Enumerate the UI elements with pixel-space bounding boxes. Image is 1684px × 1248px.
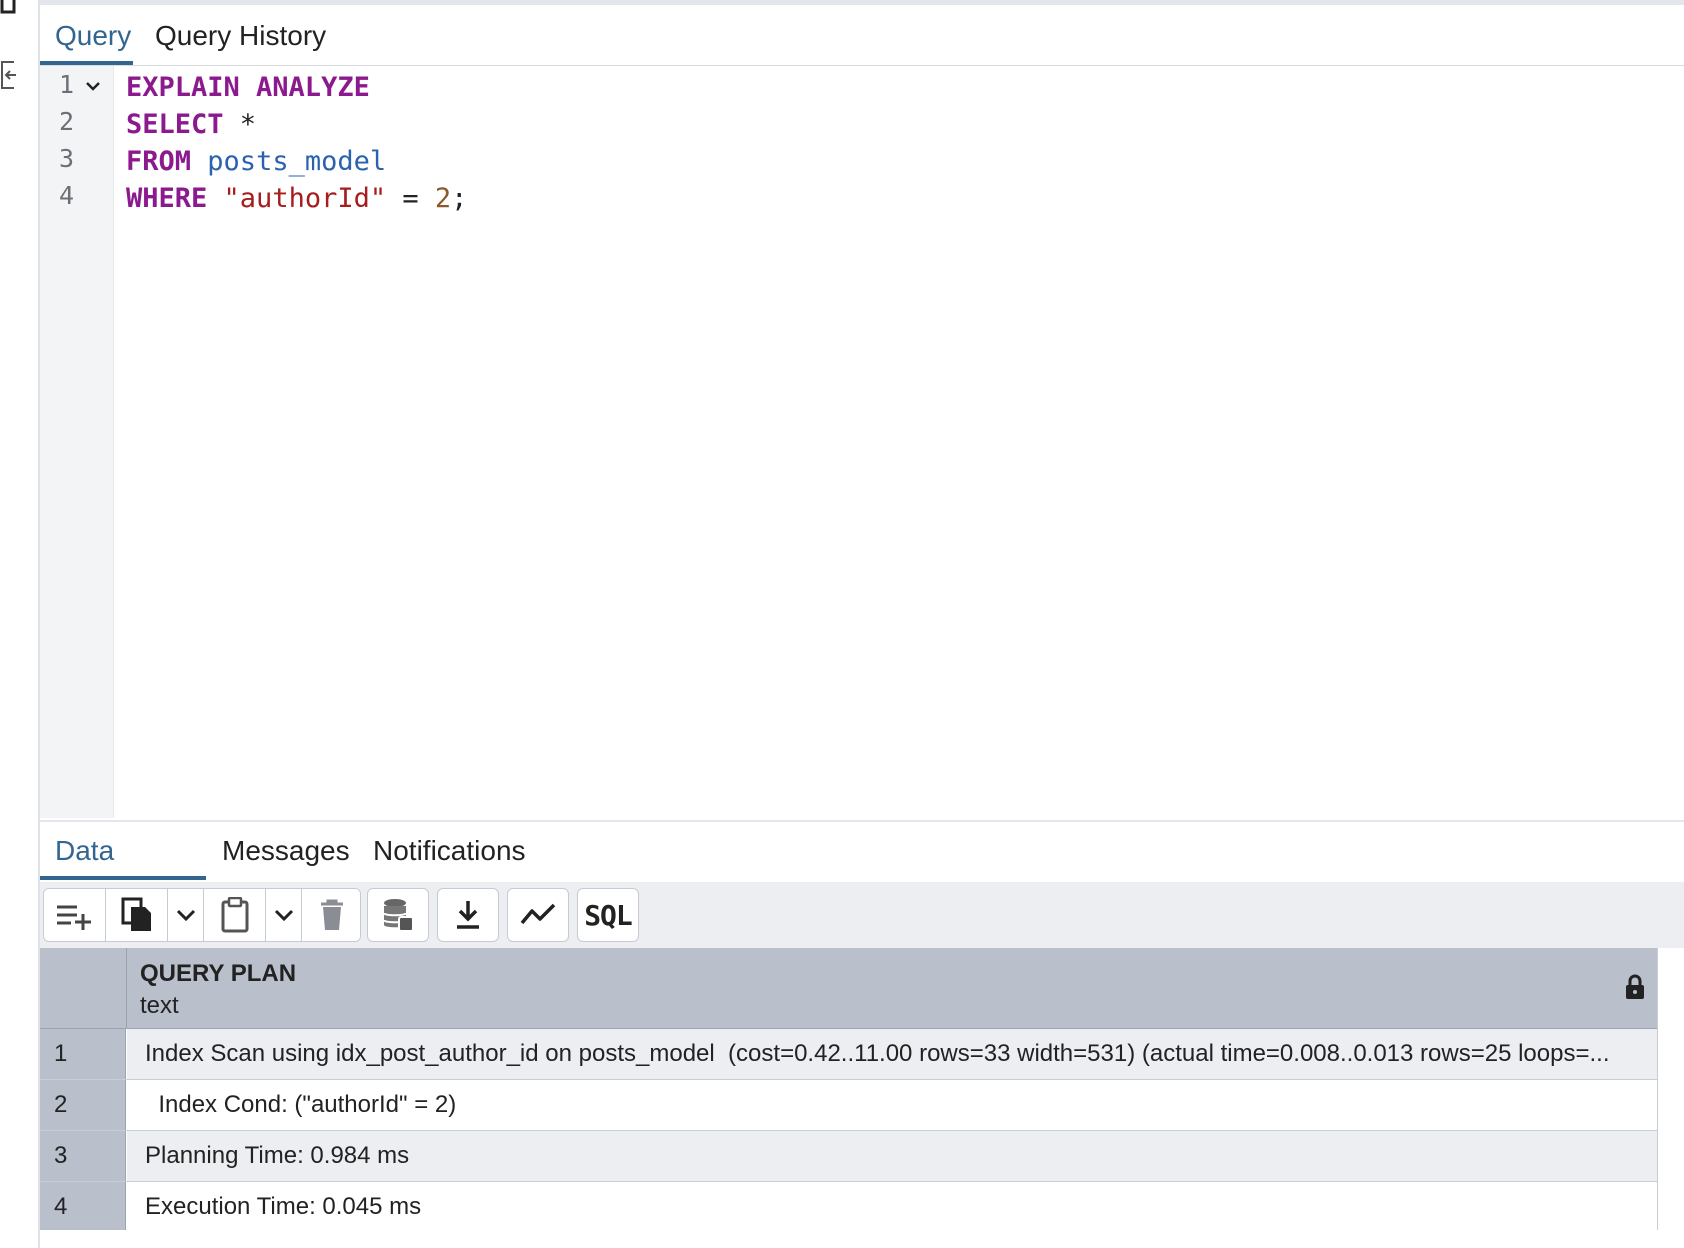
sql-button[interactable]: SQL: [577, 888, 639, 942]
code-token: =: [386, 183, 435, 214]
copy-options-dropdown[interactable]: [168, 889, 204, 941]
tab-notifications[interactable]: Notifications: [358, 822, 541, 880]
tab-messages[interactable]: Messages: [207, 822, 365, 880]
add-row-button[interactable]: [44, 889, 106, 941]
save-data-icon: [383, 899, 414, 932]
code-token: EXPLAIN ANALYZE: [126, 72, 370, 103]
code-token: 2: [434, 183, 452, 214]
code-line: WHERE "authorId" = 2;: [126, 180, 467, 218]
code-line: SELECT *: [126, 106, 256, 144]
table-row[interactable]: 1 Index Scan using idx_post_author_id on…: [40, 1029, 1657, 1080]
table-row[interactable]: 3 Planning Time: 0.984 ms: [40, 1131, 1657, 1182]
line-number: 3: [58, 144, 74, 173]
bottom-strip: [40, 1230, 1684, 1248]
code-line: EXPLAIN ANALYZE: [126, 69, 370, 107]
edit-button-group: [43, 888, 361, 942]
delete-icon: [321, 899, 343, 930]
copy-button[interactable]: [106, 889, 168, 941]
delete-button[interactable]: [302, 889, 360, 941]
line-number: 2: [58, 107, 74, 136]
table-row[interactable]: 4 Execution Time: 0.045 ms: [40, 1182, 1657, 1233]
table-cell[interactable]: Planning Time: 0.984 ms: [127, 1131, 1657, 1181]
grid-header: QUERY PLAN text: [40, 948, 1657, 1029]
add-row-icon: [56, 905, 91, 930]
lock-icon: [1625, 974, 1645, 1005]
table-cell[interactable]: Index Scan using idx_post_author_id on p…: [127, 1029, 1657, 1079]
table-row[interactable]: 2 Index Cond: ("authorId" = 2): [40, 1080, 1657, 1131]
column-header-type: text: [140, 992, 179, 1019]
download-button[interactable]: [437, 888, 499, 942]
line-number: 1: [58, 70, 74, 99]
download-icon: [457, 901, 479, 929]
code-token: WHERE: [126, 183, 208, 214]
table-cell[interactable]: Index Cond: ("authorId" = 2): [127, 1080, 1657, 1130]
query-tabs: Query Query History: [40, 5, 1684, 66]
tab-data-output[interactable]: Data Output: [40, 822, 206, 924]
graph-icon: [520, 903, 556, 925]
tab-query-history[interactable]: Query History: [140, 5, 341, 65]
code-token: posts_model: [207, 146, 387, 177]
panel-icon[interactable]: [0, 0, 20, 18]
code-line: FROM posts_model: [126, 143, 386, 181]
chevron-down-icon: [176, 909, 195, 922]
output-tabs: Data Output Messages Notifications: [40, 820, 1684, 924]
data-toolbar: SQL: [40, 882, 1684, 948]
sql-label: SQL: [584, 898, 633, 932]
fold-chevron-icon[interactable]: [84, 72, 102, 108]
graph-visualiser-button[interactable]: [507, 888, 569, 942]
row-number-header[interactable]: [40, 948, 127, 1028]
save-data-button[interactable]: [367, 888, 429, 942]
results-grid: QUERY PLAN text 1 Index Scan using idx_p…: [40, 948, 1658, 1233]
row-number[interactable]: 1: [40, 1029, 126, 1079]
line-gutter: 1 2 3 4: [40, 66, 114, 818]
code-token: FROM: [126, 146, 192, 177]
code-token: "authorId": [223, 183, 387, 214]
paste-button[interactable]: [204, 889, 266, 941]
sql-editor[interactable]: 1 2 3 4 EXPLAIN ANALYZE SELECT * FROM po…: [40, 66, 1684, 818]
table-cell[interactable]: Execution Time: 0.045 ms: [127, 1182, 1657, 1232]
collapse-panel-icon[interactable]: [0, 60, 20, 90]
paste-icon: [221, 897, 248, 933]
paste-options-dropdown[interactable]: [266, 889, 302, 941]
left-rail: [0, 0, 40, 1248]
row-number[interactable]: 2: [40, 1080, 126, 1130]
code-token: ;: [451, 183, 468, 214]
line-number: 4: [58, 181, 74, 210]
copy-icon: [121, 897, 151, 931]
row-number[interactable]: 4: [40, 1182, 126, 1232]
row-number[interactable]: 3: [40, 1131, 126, 1181]
code-token: *: [223, 109, 257, 140]
tab-query[interactable]: Query: [40, 5, 133, 65]
column-header-name[interactable]: QUERY PLAN: [140, 960, 296, 988]
chevron-down-icon: [274, 909, 293, 922]
code-token: SELECT: [126, 109, 224, 140]
